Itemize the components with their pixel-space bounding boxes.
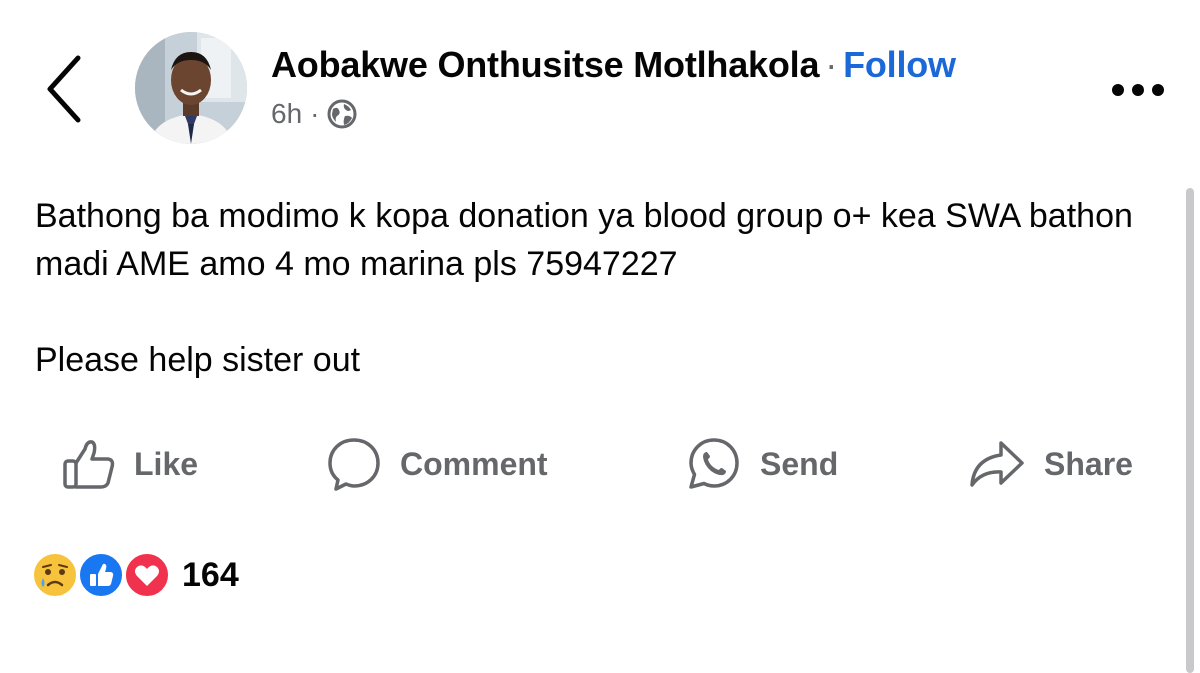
- comment-bubble-icon: [328, 438, 380, 491]
- post-time[interactable]: 6h: [271, 98, 302, 130]
- reaction-icons: [32, 552, 170, 598]
- love-reaction-icon: [124, 552, 170, 598]
- globe-icon[interactable]: [327, 99, 357, 129]
- share-button[interactable]: Share: [968, 432, 1133, 496]
- follow-button[interactable]: Follow: [843, 44, 956, 85]
- comment-label: Comment: [400, 445, 548, 482]
- post-paragraph: Bathong ba modimo k kopa donation ya blo…: [35, 197, 1133, 283]
- more-options-button[interactable]: [1110, 80, 1166, 100]
- share-arrow-icon: [970, 441, 1024, 487]
- author-line: Aobakwe Onthusitse Motlhakola · Follow: [271, 44, 956, 86]
- post-paragraph: Please help sister out: [35, 341, 361, 379]
- sad-reaction-icon: [32, 552, 78, 598]
- author-name[interactable]: Aobakwe Onthusitse Motlhakola: [271, 44, 819, 85]
- post-body: Bathong ba modimo k kopa donation ya blo…: [35, 192, 1165, 384]
- more-dots-icon: [1112, 84, 1164, 96]
- back-button[interactable]: [42, 54, 86, 124]
- comment-button[interactable]: Comment: [326, 432, 548, 496]
- avatar[interactable]: [135, 32, 247, 144]
- whatsapp-icon: [689, 438, 739, 489]
- share-label: Share: [1044, 445, 1133, 482]
- scrollbar[interactable]: [1186, 188, 1194, 673]
- like-button[interactable]: Like: [62, 432, 198, 496]
- like-reaction-icon: [78, 552, 124, 598]
- chevron-left-icon: [47, 55, 81, 123]
- like-label: Like: [134, 445, 199, 482]
- meta-separator: ·: [310, 98, 320, 129]
- reaction-count: 164: [182, 555, 239, 594]
- post-screen: Aobakwe Onthusitse Motlhakola · Follow 6h …: [0, 0, 1200, 673]
- send-label: Send: [760, 445, 839, 482]
- send-button[interactable]: Send: [686, 432, 838, 496]
- thumbs-up-icon: [63, 440, 115, 489]
- profile-photo: [135, 32, 247, 144]
- post-meta: 6h ·: [271, 98, 357, 130]
- reactions-summary[interactable]: 164: [32, 550, 239, 600]
- action-bar: Like Comment Send Share: [0, 432, 1200, 496]
- follow-separator: ·: [825, 44, 838, 85]
